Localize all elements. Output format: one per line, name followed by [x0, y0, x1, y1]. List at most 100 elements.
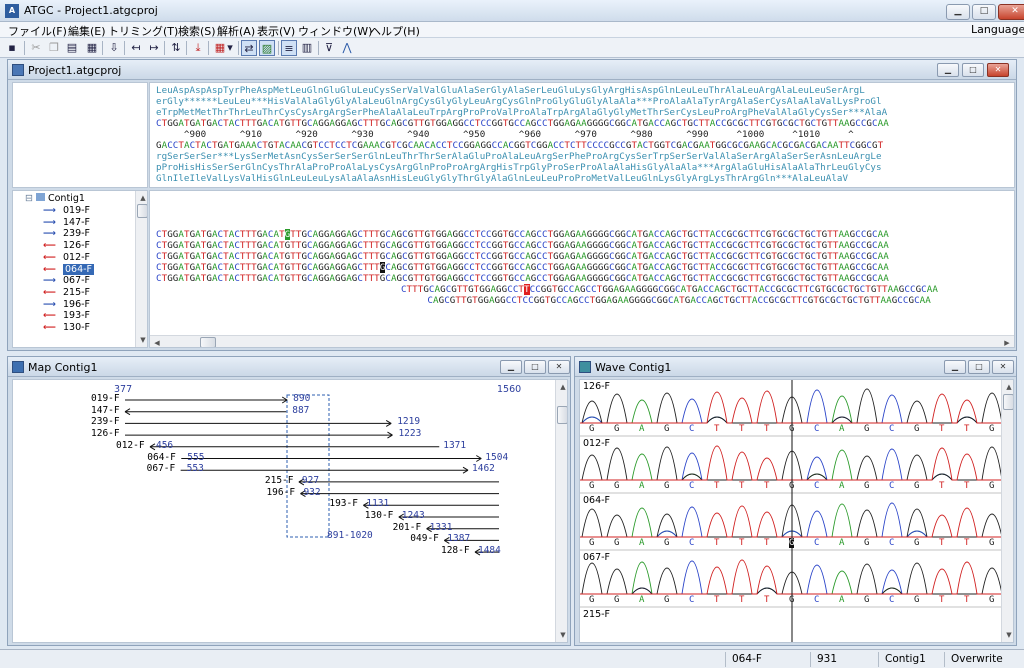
- map-maximize-button[interactable]: □: [524, 360, 546, 374]
- map-read-end-position: 1462: [472, 463, 495, 475]
- map-read-name[interactable]: 126-F: [91, 428, 120, 439]
- base-call: G: [864, 538, 870, 548]
- trace-name[interactable]: 215-F: [583, 609, 610, 620]
- insert-down-icon[interactable]: ⤓: [190, 40, 206, 56]
- dropdown-arrow-icon[interactable]: ▾: [226, 40, 234, 56]
- filter-icon[interactable]: ⊽: [321, 40, 337, 56]
- wave-minimize-button[interactable]: ▁: [944, 360, 966, 374]
- list-view-icon[interactable]: ≡: [281, 40, 297, 56]
- base-call: G: [864, 481, 870, 491]
- trace-name[interactable]: 126-F: [583, 381, 610, 392]
- tree-item-read[interactable]: ⟵ 012-F: [43, 252, 90, 263]
- menu-language[interactable]: Language: [971, 23, 1024, 36]
- tree-root-contig[interactable]: ⊟ Contig1: [25, 193, 85, 204]
- wave-maximize-button[interactable]: □: [968, 360, 990, 374]
- map-read-name[interactable]: 128-F: [441, 545, 470, 556]
- sort-icon[interactable]: ⇅: [168, 40, 184, 56]
- tree-item-read[interactable]: ⟵ 130-F: [43, 322, 90, 333]
- table-view-icon[interactable]: ▥: [299, 40, 315, 56]
- save-icon[interactable]: ▪: [4, 40, 20, 56]
- map-read-name[interactable]: 130-F: [365, 510, 394, 521]
- properties-icon[interactable]: ▦: [84, 40, 100, 56]
- base-call: G: [614, 538, 620, 548]
- shift-right-icon[interactable]: ↦: [146, 40, 162, 56]
- trace-name[interactable]: 012-F: [583, 438, 610, 449]
- tree-scrollbar[interactable]: ▲ ▼: [135, 191, 147, 347]
- paste-icon[interactable]: ▤: [64, 40, 80, 56]
- base-call: G: [914, 481, 920, 491]
- map-close-button[interactable]: ✕: [548, 360, 570, 374]
- menu-analysis[interactable]: 解析(A): [217, 23, 255, 39]
- map-read-name[interactable]: 012-F: [116, 440, 145, 451]
- menu-edit[interactable]: 編集(E): [68, 23, 106, 39]
- tree-item-read[interactable]: ⟶ 019-F: [43, 205, 90, 216]
- toolbar: ▪ ✂ ❐ ▤ ▦ ⇩ ↤ ↦ ⇅ ⤓ ▦ ▾ ⇄ ▨ ≡ ▥ ⊽ ⋀: [0, 38, 1024, 58]
- base-call: A: [839, 424, 845, 434]
- menu-file[interactable]: ファイル(F): [8, 23, 67, 39]
- minimize-button[interactable]: ▁: [946, 4, 970, 20]
- base-call: C: [814, 481, 820, 491]
- close-button[interactable]: ✕: [998, 4, 1024, 20]
- import-icon[interactable]: ⇩: [106, 40, 122, 56]
- tree-item-read[interactable]: ⟵ 126-F: [43, 240, 90, 251]
- map-read-name[interactable]: 064-F: [147, 452, 176, 463]
- forward-arrow-icon: ⟶: [43, 229, 56, 240]
- tree-item-read[interactable]: ⟵ 215-F: [43, 287, 90, 298]
- read-sequence-row[interactable]: CTGGATGATGACTACTTTGACATGTTGCAGGAGGAGCTTT…: [156, 251, 889, 262]
- base-call: G: [789, 595, 795, 605]
- map-read-name[interactable]: 239-F: [91, 416, 120, 427]
- map-vertical-scrollbar[interactable]: ▲ ▼: [555, 380, 567, 642]
- map-read-name[interactable]: 196-F: [266, 487, 295, 498]
- maximize-button[interactable]: □: [972, 4, 996, 20]
- menu-trimming[interactable]: トリミング(T): [108, 23, 178, 39]
- reverse-arrow-icon: ⟵: [43, 252, 56, 263]
- map-minimize-button[interactable]: ▁: [500, 360, 522, 374]
- highlight-diff-icon[interactable]: ▨: [259, 40, 275, 56]
- translation-line: eTrpMetMetThrThrLeuThrCysCysArgArgSerPhe…: [156, 107, 888, 118]
- tree-item-read[interactable]: ⟵ 193-F: [43, 310, 90, 321]
- trace-name[interactable]: 067-F: [583, 552, 610, 563]
- project-close-button[interactable]: ✕: [987, 63, 1009, 77]
- map-read-name[interactable]: 201-F: [393, 522, 422, 533]
- read-sequence-row[interactable]: CTTTGCAGCGTTGTGGAGGCCTTCCGGTGCCAGCCTGGAG…: [401, 284, 938, 295]
- read-sequence-row[interactable]: CTGGATGATGACTACTTTGACATGTTGCAGGAGGAGCTTT…: [156, 240, 889, 251]
- shift-left-icon[interactable]: ↤: [128, 40, 144, 56]
- read-sequence-row[interactable]: CTGGATGATGACTACTTTGACATGTTGCAGGAGGAGCTTT…: [156, 229, 889, 240]
- menu-search[interactable]: 検索(S): [178, 23, 216, 39]
- base-call: A: [639, 595, 645, 605]
- graph-icon[interactable]: ⋀: [339, 40, 355, 56]
- swap-strand-icon[interactable]: ⇄: [241, 40, 257, 56]
- project-minimize-button[interactable]: ▁: [937, 63, 959, 77]
- map-read-position: 887: [292, 404, 310, 416]
- tree-item-read[interactable]: ⟶ 196-F: [43, 299, 90, 310]
- base-call: G: [614, 424, 620, 434]
- project-icon: [12, 64, 24, 76]
- tree-item-read[interactable]: ⟶ 147-F: [43, 217, 90, 228]
- map-read-name[interactable]: 147-F: [91, 405, 120, 416]
- read-sequence-row[interactable]: CTGGATGATGACTACTTTGACATGTTGCAGGAGGAGCTTT…: [156, 262, 889, 273]
- menu-window[interactable]: ウィンドウ(W): [298, 23, 372, 39]
- menu-help[interactable]: ヘルプ(H): [370, 23, 420, 39]
- read-sequence-row[interactable]: CAGCGTTGTGGAGGCCTCCGGTGCCAGCCTGGAGAAGGGG…: [427, 295, 930, 306]
- base-call: G: [789, 424, 795, 434]
- project-maximize-button[interactable]: □: [962, 63, 984, 77]
- read-sequence-row[interactable]: CTGGATGATGACTACTTTGACATGTTGCAGGAGGAGCTTT…: [156, 273, 889, 284]
- base-call: G: [914, 595, 920, 605]
- tree-item-read[interactable]: ⟶ 067-F: [43, 275, 90, 286]
- trace-name[interactable]: 064-F: [583, 495, 610, 506]
- map-read-position: 553: [186, 463, 204, 475]
- menu-view[interactable]: 表示(V): [257, 23, 295, 39]
- map-read-name[interactable]: 067-F: [147, 463, 176, 474]
- wave-vertical-scrollbar[interactable]: ▲ ▼: [1001, 380, 1013, 642]
- map-read-name[interactable]: 193-F: [329, 498, 358, 509]
- map-read-name[interactable]: 019-F: [91, 393, 120, 404]
- reads-horizontal-scrollbar[interactable]: ◀ ▶: [150, 335, 1014, 347]
- map-read-name[interactable]: 049-F: [410, 533, 439, 544]
- map-read-name[interactable]: 215-F: [265, 475, 294, 486]
- copy-icon[interactable]: ❐: [46, 40, 62, 56]
- wave-close-button[interactable]: ✕: [992, 360, 1014, 374]
- base-call: C: [689, 538, 695, 548]
- cut-icon[interactable]: ✂: [28, 40, 44, 56]
- tree-item-read[interactable]: ⟵ 064-F: [43, 263, 95, 275]
- tree-item-read[interactable]: ⟶ 239-F: [43, 228, 90, 239]
